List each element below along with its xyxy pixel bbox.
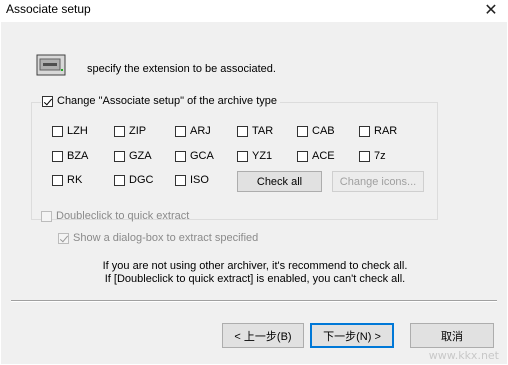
cancel-button[interactable]: 取消 <box>410 323 494 348</box>
ext-check[interactable] <box>297 150 308 162</box>
ext-label: ACE <box>312 150 335 162</box>
change-icons-button[interactable]: Change icons... <box>332 171 424 192</box>
ext-check[interactable] <box>52 125 63 137</box>
ext-checkbox-cab[interactable]: CAB <box>297 125 335 137</box>
note-line-2: If [Doubleclick to quick extract] is ena… <box>104 273 406 285</box>
ext-check[interactable] <box>297 125 308 137</box>
ext-label: DGC <box>129 174 154 186</box>
doubleclick-option[interactable]: Doubleclick to quick extract <box>41 210 189 222</box>
ext-checkbox-lzh[interactable]: LZH <box>52 125 88 137</box>
doubleclick-label: Doubleclick to quick extract <box>56 210 190 222</box>
ext-checkbox-gza[interactable]: GZA <box>114 150 152 162</box>
dialog-body: specify the extension to be associated. … <box>1 22 507 364</box>
ext-checkbox-dgc[interactable]: DGC <box>114 174 153 186</box>
ext-check[interactable] <box>114 125 125 137</box>
note-line-1: If you are not using other archiver, it'… <box>102 260 408 272</box>
ext-check[interactable] <box>359 125 370 137</box>
ext-checkbox-iso[interactable]: ISO <box>175 174 209 186</box>
ext-label: YZ1 <box>252 150 273 162</box>
ext-checkbox-zip[interactable]: ZIP <box>114 125 146 137</box>
ext-check[interactable] <box>52 150 63 162</box>
ext-checkbox-tar[interactable]: TAR <box>237 125 273 137</box>
ext-label: GZA <box>129 150 152 162</box>
ext-label: ZIP <box>129 125 147 137</box>
separator <box>11 300 497 302</box>
ext-checkbox-rar[interactable]: RAR <box>359 125 397 137</box>
ext-checkbox-gca[interactable]: GCA <box>175 150 214 162</box>
next-button[interactable]: 下一步(N) > <box>310 323 394 348</box>
ext-checkbox-arj[interactable]: ARJ <box>175 125 211 137</box>
ext-checkbox-7z[interactable]: 7z <box>359 150 386 162</box>
ext-check[interactable] <box>175 150 186 162</box>
drive-icon <box>36 54 66 76</box>
close-icon[interactable]: ✕ <box>474 0 508 22</box>
ext-label: 7z <box>374 150 386 162</box>
ext-checkbox-bza[interactable]: BZA <box>52 150 88 162</box>
ext-checkbox-rk[interactable]: RK <box>52 174 82 186</box>
ext-check[interactable] <box>114 150 125 162</box>
watermark: www.kkx.net <box>428 349 499 362</box>
ext-check[interactable] <box>237 125 248 137</box>
intro-text: specify the extension to be associated. <box>87 63 276 75</box>
ext-label: BZA <box>67 150 89 162</box>
ext-check[interactable] <box>359 150 370 162</box>
change-associate-check[interactable] <box>42 95 53 107</box>
ext-label: CAB <box>312 125 335 137</box>
ext-label: TAR <box>252 125 274 137</box>
doubleclick-check[interactable] <box>41 210 52 222</box>
check-all-button[interactable]: Check all <box>237 171 322 192</box>
ext-check[interactable] <box>237 150 248 162</box>
ext-check[interactable] <box>52 174 63 186</box>
ext-label: RAR <box>374 125 398 137</box>
ext-label: GCA <box>190 150 214 162</box>
back-button[interactable]: < 上一步(B) <box>222 323 304 348</box>
ext-label: RK <box>67 174 83 186</box>
show-dialog-option[interactable]: Show a dialog-box to extract specified <box>58 232 258 244</box>
show-dialog-check[interactable] <box>58 232 69 244</box>
title-bar: Associate setup ✕ <box>0 0 508 22</box>
ext-check[interactable] <box>114 174 125 186</box>
ext-check[interactable] <box>175 125 186 137</box>
ext-checkbox-ace[interactable]: ACE <box>297 150 335 162</box>
show-dialog-label: Show a dialog-box to extract specified <box>73 232 259 244</box>
change-associate-checkbox[interactable]: Change "Associate setup" of the archive … <box>41 95 280 107</box>
change-associate-label: Change "Associate setup" of the archive … <box>57 95 277 107</box>
ext-checkbox-yz1[interactable]: YZ1 <box>237 150 272 162</box>
ext-label: ARJ <box>190 125 211 137</box>
ext-label: ISO <box>190 174 209 186</box>
window-title: Associate setup <box>6 2 91 16</box>
ext-check[interactable] <box>175 174 186 186</box>
ext-label: LZH <box>67 125 88 137</box>
